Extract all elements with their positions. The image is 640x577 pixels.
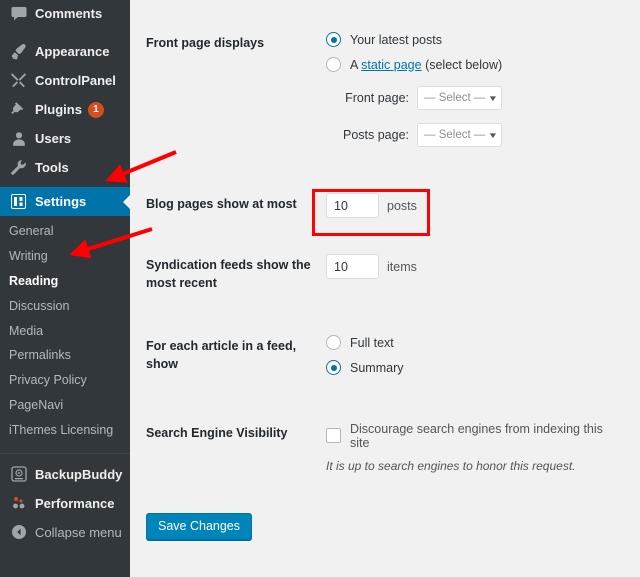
tools-wrench-icon bbox=[9, 159, 28, 177]
submenu-item-general[interactable]: General bbox=[0, 219, 130, 244]
syndication-feeds-label: Syndication feeds show the most recent bbox=[146, 258, 311, 291]
sidebar-item-label: Tools bbox=[35, 160, 69, 175]
admin-sidebar: Comments Appearance ControlPanel Plugins… bbox=[0, 0, 130, 577]
submenu-item-media[interactable]: Media bbox=[0, 319, 130, 344]
submenu-item-privacy-policy[interactable]: Privacy Policy bbox=[0, 368, 130, 393]
submenu-item-discussion[interactable]: Discussion bbox=[0, 294, 130, 319]
plugins-update-badge: 1 bbox=[87, 101, 104, 118]
search-visibility-hint: It is up to search engines to honor this… bbox=[326, 458, 576, 473]
front-page-select[interactable]: — Select — ▼ bbox=[417, 86, 502, 110]
sidebar-item-controlpanel[interactable]: ControlPanel bbox=[0, 66, 130, 95]
discourage-search-engines-label: Discourage search engines from indexing … bbox=[350, 421, 603, 450]
front-page-select-row: Front page: — Select — ▼ bbox=[326, 86, 616, 110]
front-page-displays-field: Your latest posts A static page (select … bbox=[326, 20, 616, 159]
comments-icon bbox=[9, 4, 28, 22]
collapse-menu-button[interactable]: Collapse menu bbox=[0, 518, 130, 547]
appearance-paintbrush-icon bbox=[9, 43, 28, 61]
front-page-displays-label: Front page displays bbox=[146, 36, 265, 50]
sidebar-item-users[interactable]: Users bbox=[0, 124, 130, 153]
radio-full-text-label: Full text bbox=[350, 335, 394, 350]
syndication-input[interactable]: 10 bbox=[326, 254, 379, 279]
radio-static-page-label: A static page (select below) bbox=[350, 58, 502, 72]
syndication-unit: items bbox=[387, 259, 417, 274]
blog-pages-field: 10 posts bbox=[326, 181, 616, 230]
sidebar-item-comments[interactable]: Comments bbox=[0, 0, 130, 26]
submenu-item-writing[interactable]: Writing bbox=[0, 244, 130, 269]
blog-pages-input-group: 10 posts bbox=[326, 193, 616, 218]
radio-summary-label: Summary bbox=[350, 360, 404, 375]
search-visibility-field: Discourage search engines from indexing … bbox=[326, 410, 616, 485]
row-blog-pages: Blog pages show at most 10 posts bbox=[146, 181, 616, 230]
sidebar-item-label: Performance bbox=[35, 495, 115, 511]
wordpress-admin-screen: Comments Appearance ControlPanel Plugins… bbox=[0, 0, 640, 577]
radio-static-page-input[interactable] bbox=[326, 57, 341, 72]
radio-summary-input[interactable] bbox=[326, 360, 341, 376]
radio-latest-posts-input[interactable] bbox=[326, 32, 341, 47]
sidebar-item-appearance[interactable]: Appearance bbox=[0, 37, 130, 66]
sidebar-divider bbox=[0, 452, 130, 454]
submenu-item-permalinks[interactable]: Permalinks bbox=[0, 343, 130, 368]
row-front-page-displays: Front page displays Your latest posts A … bbox=[146, 20, 616, 159]
sidebar-item-label: Appearance bbox=[35, 44, 110, 59]
sidebar-item-label: Plugins bbox=[35, 102, 82, 117]
posts-page-select-label: Posts page: bbox=[342, 128, 409, 142]
discourage-search-engines-row[interactable]: Discourage search engines from indexing … bbox=[326, 422, 616, 450]
static-prefix-text: A bbox=[350, 57, 362, 72]
discourage-search-engines-checkbox[interactable] bbox=[326, 428, 341, 443]
settings-sliders-icon bbox=[9, 193, 28, 211]
submenu-item-pagenavi[interactable]: PageNavi bbox=[0, 393, 130, 418]
sidebar-item-label: Users bbox=[35, 131, 72, 146]
sidebar-item-label: Comments bbox=[35, 5, 103, 21]
sidebar-item-label: ControlPanel bbox=[35, 73, 116, 88]
settings-submenu: General Writing Reading Discussion Media… bbox=[0, 216, 130, 450]
radio-latest-posts-label: Your latest posts bbox=[350, 32, 442, 47]
feed-show-field: Full text Summary bbox=[326, 323, 616, 387]
sidebar-item-label: Collapse menu bbox=[35, 524, 122, 540]
posts-page-select[interactable]: — Select — ▼ bbox=[417, 123, 502, 147]
posts-page-select-row: Posts page: — Select — ▼ bbox=[326, 123, 616, 147]
syndication-input-group: 10 items bbox=[326, 254, 616, 279]
radio-static-page[interactable]: A static page (select below) bbox=[326, 57, 616, 72]
submit-row: Save Changes bbox=[146, 512, 616, 540]
search-visibility-label: Search Engine Visibility bbox=[146, 425, 288, 440]
blog-pages-input[interactable]: 10 bbox=[326, 193, 379, 218]
syndication-feeds-field: 10 items bbox=[326, 242, 616, 306]
static-page-link[interactable]: static page bbox=[361, 58, 421, 72]
front-page-select-value: — Select — bbox=[424, 92, 486, 104]
reading-settings-form: Front page displays Your latest posts A … bbox=[146, 20, 616, 540]
sidebar-item-settings[interactable]: Settings bbox=[0, 187, 130, 216]
sidebar-item-label: BackupBuddy bbox=[35, 466, 123, 482]
backupbuddy-drive-icon bbox=[9, 465, 28, 483]
row-syndication-feeds: Syndication feeds show the most recent 1… bbox=[146, 242, 616, 306]
row-feed-show: For each article in a feed, show Full te… bbox=[146, 323, 616, 387]
sidebar-item-performance[interactable]: Performance bbox=[0, 489, 130, 518]
radio-latest-posts[interactable]: Your latest posts bbox=[326, 32, 616, 47]
sidebar-item-plugins[interactable]: Plugins 1 bbox=[0, 95, 130, 124]
performance-dots-icon bbox=[9, 494, 28, 512]
blog-pages-unit: posts bbox=[387, 198, 417, 213]
feed-show-label: For each article in a feed, show bbox=[146, 339, 297, 372]
blog-pages-label: Blog pages show at most bbox=[146, 197, 297, 211]
posts-page-select-value: — Select — bbox=[424, 129, 486, 141]
sidebar-item-label: Settings bbox=[35, 194, 87, 209]
static-suffix-text: (select below) bbox=[421, 57, 503, 72]
chevron-down-icon: ▼ bbox=[487, 93, 499, 103]
reading-settings-content: Front page displays Your latest posts A … bbox=[130, 0, 640, 577]
row-search-visibility: Search Engine Visibility Discourage sear… bbox=[146, 410, 616, 485]
submenu-item-ithemes-licensing[interactable]: iThemes Licensing bbox=[0, 418, 130, 443]
tools-cross-icon bbox=[9, 72, 28, 90]
save-changes-button[interactable]: Save Changes bbox=[146, 512, 253, 540]
radio-full-text[interactable]: Full text bbox=[326, 335, 616, 351]
chevron-down-icon: ▼ bbox=[487, 130, 499, 140]
front-page-select-label: Front page: bbox=[345, 91, 409, 105]
users-icon bbox=[9, 130, 28, 148]
sidebar-item-tools[interactable]: Tools bbox=[0, 153, 130, 182]
submenu-item-reading[interactable]: Reading bbox=[0, 269, 130, 294]
radio-full-text-input[interactable] bbox=[326, 335, 341, 351]
collapse-arrow-icon bbox=[9, 523, 28, 541]
sidebar-item-backupbuddy[interactable]: BackupBuddy bbox=[0, 460, 130, 489]
radio-summary[interactable]: Summary bbox=[326, 360, 616, 376]
plugins-plug-icon bbox=[9, 101, 28, 119]
